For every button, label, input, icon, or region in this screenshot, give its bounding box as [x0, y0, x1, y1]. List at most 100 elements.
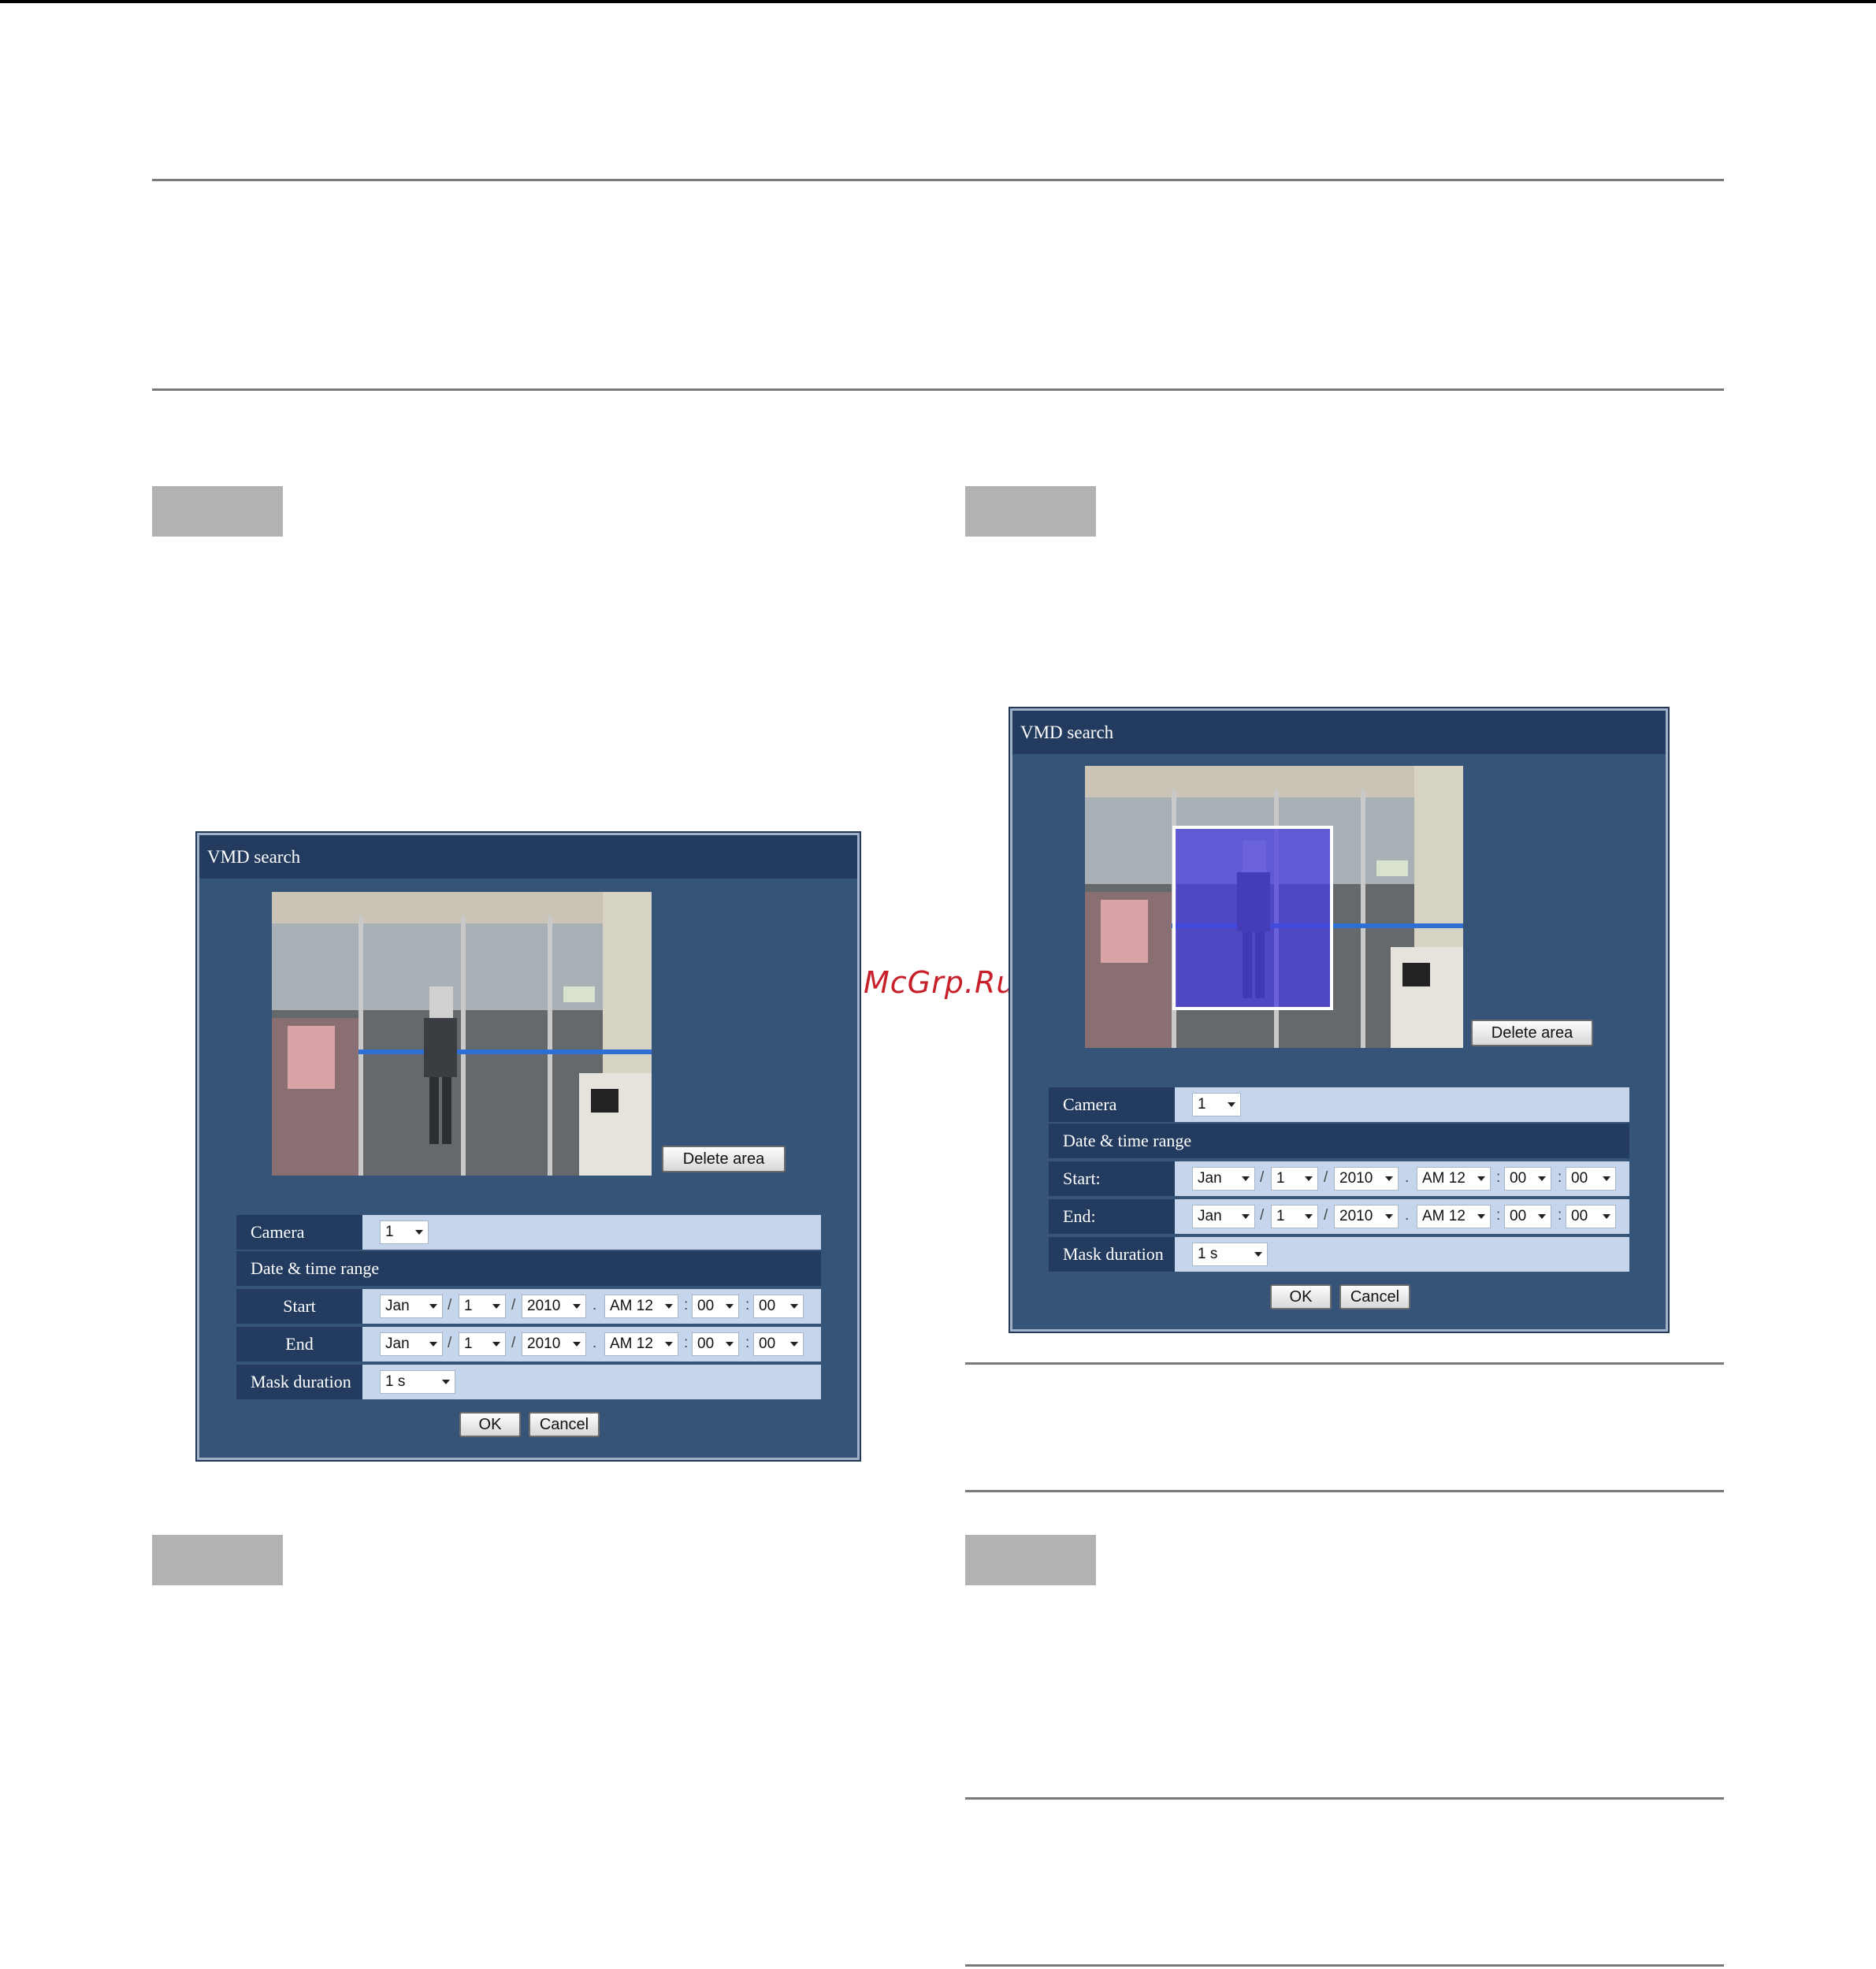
separator: / — [511, 1335, 516, 1351]
separator: / — [1260, 1207, 1265, 1224]
start-minute-select[interactable]: 00 — [692, 1295, 739, 1318]
start-second-select[interactable]: 00 — [1566, 1167, 1616, 1191]
end-year-select[interactable]: 2010 — [522, 1332, 586, 1356]
separator: . — [593, 1335, 597, 1351]
separator: : — [684, 1335, 689, 1351]
start-row: Start Jan / 1 / 2010 . AM 12 : 00 : 00 — [236, 1289, 821, 1324]
chevron-down-icon — [492, 1342, 500, 1347]
watermark: McGrp.Ru — [864, 965, 1016, 1000]
delete-area-button[interactable]: Delete area — [1471, 1020, 1593, 1046]
separator: / — [448, 1335, 452, 1351]
start-day-select[interactable]: 1 — [459, 1295, 506, 1318]
separator: : — [745, 1335, 750, 1351]
camera-select[interactable]: 1 — [380, 1220, 429, 1244]
separator: / — [1324, 1207, 1328, 1224]
chevron-down-icon — [726, 1342, 734, 1347]
start-label: Start — [236, 1289, 362, 1324]
end-value-cell: Jan / 1 / 2010 . AM 12 : 00 : 00 — [1175, 1199, 1629, 1234]
cancel-button[interactable]: Cancel — [529, 1412, 600, 1437]
chevron-down-icon — [1242, 1214, 1250, 1219]
end-second-select[interactable]: 00 — [753, 1332, 804, 1356]
separator: : — [1496, 1169, 1501, 1186]
chevron-down-icon — [1603, 1176, 1610, 1181]
chevron-down-icon — [1538, 1214, 1546, 1219]
mask-duration-select[interactable]: 1 s — [1192, 1243, 1268, 1266]
chevron-down-icon — [1305, 1176, 1313, 1181]
start-month-select[interactable]: Jan — [380, 1295, 443, 1318]
step-box — [152, 1535, 283, 1585]
chevron-down-icon — [1242, 1176, 1250, 1181]
end-month-select[interactable]: Jan — [1192, 1205, 1255, 1228]
chevron-down-icon — [665, 1304, 673, 1309]
chevron-down-icon — [790, 1304, 798, 1309]
start-minute-select[interactable]: 00 — [1504, 1167, 1551, 1191]
camera-select[interactable]: 1 — [1192, 1093, 1241, 1116]
chevron-down-icon — [1603, 1214, 1610, 1219]
step-box — [152, 486, 283, 537]
start-second-select[interactable]: 00 — [753, 1295, 804, 1318]
divider — [965, 1362, 1724, 1365]
separator: . — [1405, 1207, 1410, 1224]
end-day-select[interactable]: 1 — [1271, 1205, 1318, 1228]
chevron-down-icon — [573, 1304, 581, 1309]
chevron-down-icon — [726, 1304, 734, 1309]
chevron-down-icon — [1477, 1214, 1485, 1219]
divider — [152, 179, 1724, 181]
camera-value-cell: 1 — [362, 1215, 821, 1250]
end-value-cell: Jan / 1 / 2010 . AM 12 : 00 : 00 — [362, 1327, 821, 1362]
camera-image[interactable] — [272, 892, 652, 1176]
start-hour-select[interactable]: AM 12 — [604, 1295, 678, 1318]
vmd-area-overlay — [1172, 826, 1333, 1010]
separator: : — [1496, 1207, 1501, 1224]
ok-button[interactable]: OK — [1270, 1284, 1332, 1310]
chevron-down-icon — [442, 1380, 450, 1384]
chevron-down-icon — [1385, 1176, 1393, 1181]
separator: / — [511, 1297, 516, 1313]
divider — [965, 1797, 1724, 1800]
end-day-select[interactable]: 1 — [459, 1332, 506, 1356]
cancel-button[interactable]: Cancel — [1339, 1284, 1410, 1310]
camera-image[interactable] — [1085, 766, 1463, 1048]
end-minute-select[interactable]: 00 — [692, 1332, 739, 1356]
start-month-select[interactable]: Jan — [1192, 1167, 1255, 1191]
camera-row: Camera 1 — [236, 1215, 821, 1250]
delete-area-button[interactable]: Delete area — [662, 1146, 786, 1172]
ok-button[interactable]: OK — [459, 1412, 521, 1437]
chevron-down-icon — [1538, 1176, 1546, 1181]
start-label: Start: — [1049, 1161, 1175, 1196]
start-day-select[interactable]: 1 — [1271, 1167, 1318, 1191]
chevron-down-icon — [1228, 1102, 1235, 1107]
end-hour-select[interactable]: AM 12 — [604, 1332, 678, 1356]
divider — [152, 388, 1724, 391]
start-year-select[interactable]: 2010 — [522, 1295, 586, 1318]
end-minute-select[interactable]: 00 — [1504, 1205, 1551, 1228]
end-hour-select[interactable]: AM 12 — [1417, 1205, 1491, 1228]
end-year-select[interactable]: 2010 — [1334, 1205, 1399, 1228]
mask-duration-label: Mask duration — [1049, 1237, 1175, 1272]
step-box — [965, 1535, 1096, 1585]
separator: . — [1405, 1169, 1410, 1186]
start-value-cell: Jan / 1 / 2010 . AM 12 : 00 : 00 — [1175, 1161, 1629, 1196]
mask-duration-label: Mask duration — [236, 1365, 362, 1399]
end-row: End Jan / 1 / 2010 . AM 12 : 00 : 00 — [236, 1327, 821, 1362]
chevron-down-icon — [573, 1342, 581, 1347]
chevron-down-icon — [429, 1342, 437, 1347]
top-rule — [0, 0, 1876, 3]
separator: / — [1324, 1169, 1328, 1186]
chevron-down-icon — [429, 1304, 437, 1309]
end-second-select[interactable]: 00 — [1566, 1205, 1616, 1228]
chevron-down-icon — [1305, 1214, 1313, 1219]
chevron-down-icon — [415, 1230, 423, 1235]
start-hour-select[interactable]: AM 12 — [1417, 1167, 1491, 1191]
mask-duration-value-cell: 1 s — [1175, 1237, 1629, 1272]
end-month-select[interactable]: Jan — [380, 1332, 443, 1356]
date-time-range-header: Date & time range — [1049, 1124, 1629, 1158]
date-time-range-header: Date & time range — [236, 1251, 821, 1286]
separator: : — [684, 1297, 689, 1313]
start-row: Start: Jan / 1 / 2010 . AM 12 : 00 : 00 — [1049, 1161, 1629, 1196]
start-year-select[interactable]: 2010 — [1334, 1167, 1399, 1191]
separator: : — [1558, 1207, 1562, 1224]
mask-duration-row: Mask duration 1 s — [1049, 1237, 1629, 1272]
mask-duration-select[interactable]: 1 s — [380, 1370, 455, 1394]
vmd-search-dialog: VMD search Delete area Camera 1 Date & t… — [1010, 708, 1668, 1332]
